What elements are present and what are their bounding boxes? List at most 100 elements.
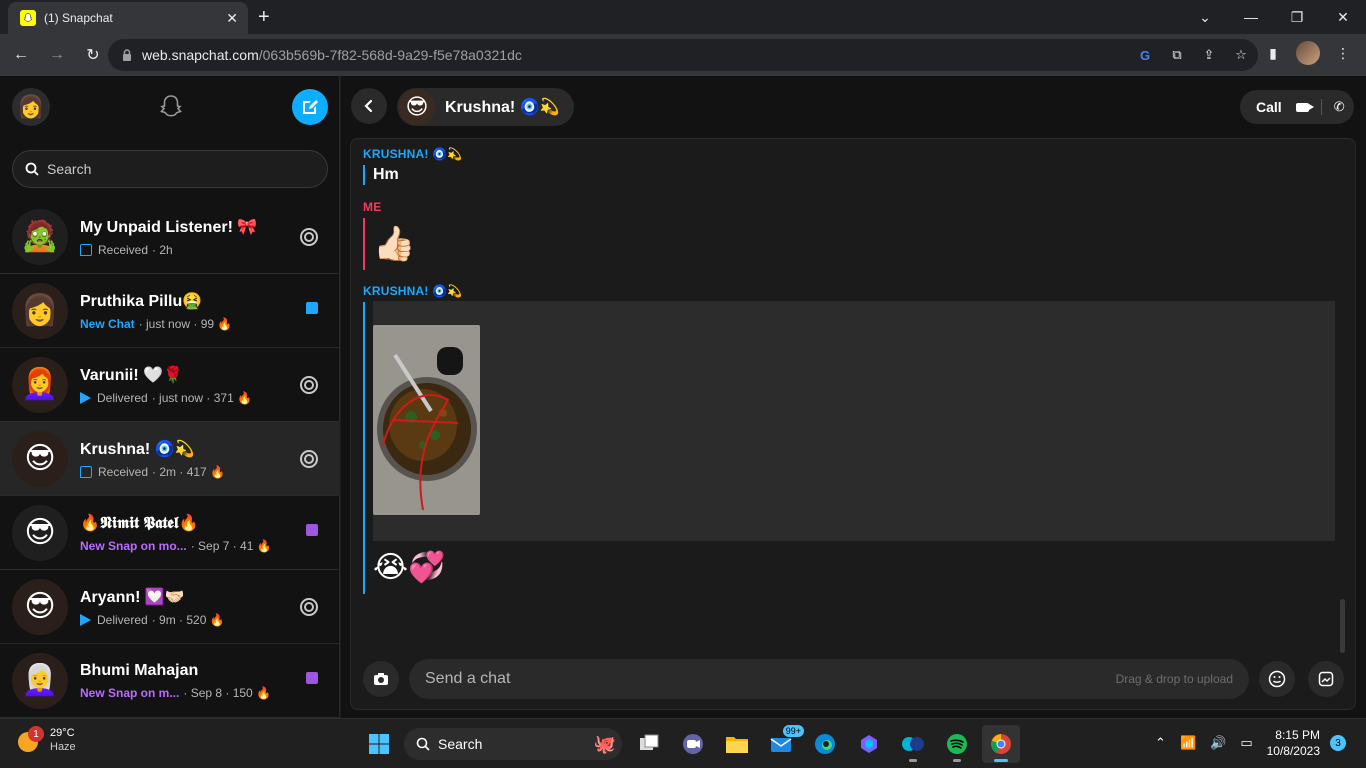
battery-icon[interactable]: ▭ (1240, 735, 1252, 751)
message-bubble[interactable]: 👍🏻 (363, 218, 415, 270)
video-meet-icon (683, 734, 703, 754)
chrome-button[interactable] (982, 725, 1020, 763)
search-input[interactable] (47, 161, 297, 177)
back-arrow-icon[interactable]: ← (6, 40, 36, 70)
edge-button[interactable] (806, 725, 844, 763)
restore-icon[interactable]: ❐ (1274, 0, 1320, 34)
chat-list: 🧟 My Unpaid Listener! 🎀 Received · 2h 👩 Prut… (0, 200, 340, 718)
notification-badge[interactable]: 3 (1330, 735, 1346, 751)
chevron-up-icon[interactable]: ⌃ (1155, 735, 1166, 751)
tab-search-chevron-icon[interactable]: ⌄ (1182, 0, 1228, 34)
new-tab-icon[interactable]: + (258, 6, 270, 29)
browser-tab-snapchat[interactable]: (1) Snapchat ✕ (8, 2, 248, 34)
chat-meta: · just now · 371 🔥 (151, 390, 253, 405)
side-panel-icon[interactable]: ▮ (1262, 42, 1284, 64)
bookmark-star-icon[interactable]: ☆ (1232, 46, 1250, 64)
snapchat-ghost-icon[interactable] (156, 92, 186, 122)
close-tab-icon[interactable]: ✕ (226, 10, 238, 27)
smiley-icon (1268, 670, 1286, 688)
menu-kebab-icon[interactable]: ⋮ (1332, 42, 1354, 64)
google-icon[interactable]: G (1136, 46, 1154, 64)
contact-header-pill[interactable]: 😎 Krushna! 🧿💫 (397, 88, 574, 126)
forward-arrow-icon[interactable]: → (42, 40, 72, 70)
chat-list-item[interactable]: 👩‍🦰 Varunii! 🤍🌹 Delivered · just now · 371… (0, 348, 340, 422)
webex-icon (902, 737, 924, 751)
folder-icon (726, 737, 748, 753)
new-chat-button[interactable] (292, 89, 328, 125)
message-input[interactable] (425, 670, 1116, 688)
conversation-panel: 😎 Krushna! 🧿💫 Call ✆ KRUSHNA! 🧿💫 Hm ME 👍… (341, 76, 1366, 718)
message-scrollbar[interactable] (1340, 599, 1345, 653)
friend-name: Bhumi Mahajan (80, 661, 199, 679)
windows-logo-icon (369, 734, 389, 754)
message-sender: ME (363, 200, 382, 214)
chat-list-item[interactable]: 😎 Aryann! 💟🤝🏻 Delivered · 9m · 520 🔥 (0, 570, 340, 644)
share-icon[interactable]: ⇪ (1200, 46, 1218, 64)
friend-avatar[interactable]: 🧟 (12, 208, 68, 265)
app-button[interactable] (850, 725, 888, 763)
window-close-icon[interactable]: ✕ (1320, 0, 1366, 34)
chat-list-item[interactable]: 👩 Pruthika Pillu🤮 New Chat · just now · 99… (0, 274, 340, 348)
emoji-button[interactable] (1259, 661, 1295, 697)
call-controls[interactable]: Call ✆ (1240, 90, 1354, 124)
friend-avatar[interactable]: 👩‍🦳 (12, 652, 68, 709)
spotify-button[interactable] (938, 725, 976, 763)
webex-button[interactable] (894, 725, 932, 763)
octopus-icon: 🐙 (593, 733, 616, 754)
unopened-snap-icon[interactable] (306, 672, 318, 684)
friend-avatar[interactable]: 😎 (12, 578, 68, 635)
chat-list-item[interactable]: 🧟 My Unpaid Listener! 🎀 Received · 2h (0, 200, 340, 274)
friend-avatar[interactable]: 😎 (12, 504, 68, 561)
volume-icon[interactable]: 🔊 (1210, 735, 1226, 751)
window-controls: ⌄ — ❐ ✕ (1182, 0, 1366, 34)
wifi-icon[interactable]: 📶 (1180, 735, 1196, 751)
chat-meta: · just now · 99 🔥 (138, 316, 233, 331)
chat-list-item[interactable]: 👩‍🦳 Bhumi Mahajan New Snap on m... · Sep 8… (0, 644, 340, 718)
task-view-button[interactable] (630, 725, 668, 763)
friend-avatar[interactable]: 😎 (12, 430, 68, 487)
reply-camera-icon[interactable] (300, 450, 318, 468)
call-label[interactable]: Call (1256, 99, 1282, 115)
message-bubble[interactable]: Hm (363, 165, 399, 185)
sticker-button[interactable] (1308, 661, 1344, 697)
taskbar-search[interactable]: Search 🐙 (404, 728, 622, 760)
chat-sidebar: 👩 🧟My Unpaid Listener! 🎀Received · 2h 👩 Pr… (0, 76, 340, 718)
unopened-snap-icon[interactable] (306, 524, 318, 536)
delivered-arrow-icon (80, 613, 91, 626)
camera-button[interactable] (363, 661, 399, 697)
chat-meta: · 2h (152, 242, 173, 257)
message-input-box[interactable]: Drag & drop to upload (409, 659, 1249, 699)
weather-widget[interactable]: 1 29°C Haze (18, 726, 76, 753)
taskbar-search-label: Search (438, 736, 483, 752)
unread-chat-icon[interactable] (306, 302, 318, 314)
start-button[interactable] (360, 725, 398, 763)
food-photo[interactable] (373, 325, 480, 515)
my-bitmoji-avatar[interactable]: 👩 (12, 88, 50, 126)
reply-camera-icon[interactable] (300, 598, 318, 616)
message-emoji: 😭💞 (373, 551, 446, 584)
profile-avatar-icon[interactable] (1296, 41, 1320, 65)
reload-icon[interactable]: ↻ (78, 40, 108, 70)
chat-list-item[interactable]: 😎 🔥𝕹𝖎𝖒𝖎𝖙 𝕻𝖆𝖙𝖊𝖑🔥 New Snap on mo... · Sep 7 … (0, 496, 340, 570)
chat-meta: · Sep 7 · 41 🔥 (190, 538, 272, 553)
video-call-icon[interactable] (1295, 102, 1314, 112)
address-bar[interactable]: web.snapchat.com /063b569b-7f82-568d-9a2… (108, 39, 1258, 71)
reply-camera-icon[interactable] (300, 228, 318, 246)
clock[interactable]: 8:15 PM 10/8/2023 (1267, 727, 1320, 759)
message-area: KRUSHNA! 🧿💫 Hm ME 👍🏻 KRUSHNA! 🧿💫 😭💞 Send… (350, 138, 1356, 710)
friend-avatar[interactable]: 👩 (12, 282, 68, 339)
open-in-app-icon[interactable]: ⧉ (1168, 46, 1186, 64)
phone-icon[interactable]: ✆ (1334, 99, 1345, 115)
chat-list-item[interactable]: 😎 Krushna! 🧿💫 Received · 2m · 417 🔥 (0, 422, 340, 496)
weather-sun-icon: 1 (18, 726, 44, 752)
file-explorer-button[interactable] (718, 725, 756, 763)
chat-status: Received (98, 464, 149, 479)
minimize-icon[interactable]: — (1228, 0, 1274, 34)
back-button[interactable] (351, 88, 387, 124)
message-bubble[interactable]: 😭💞 (363, 542, 445, 594)
search-bar[interactable] (12, 150, 328, 188)
teams-meet-button[interactable] (674, 725, 712, 763)
reply-camera-icon[interactable] (300, 376, 318, 394)
friend-avatar[interactable]: 👩‍🦰 (12, 356, 68, 413)
mail-button[interactable]: 99+ (762, 725, 804, 763)
